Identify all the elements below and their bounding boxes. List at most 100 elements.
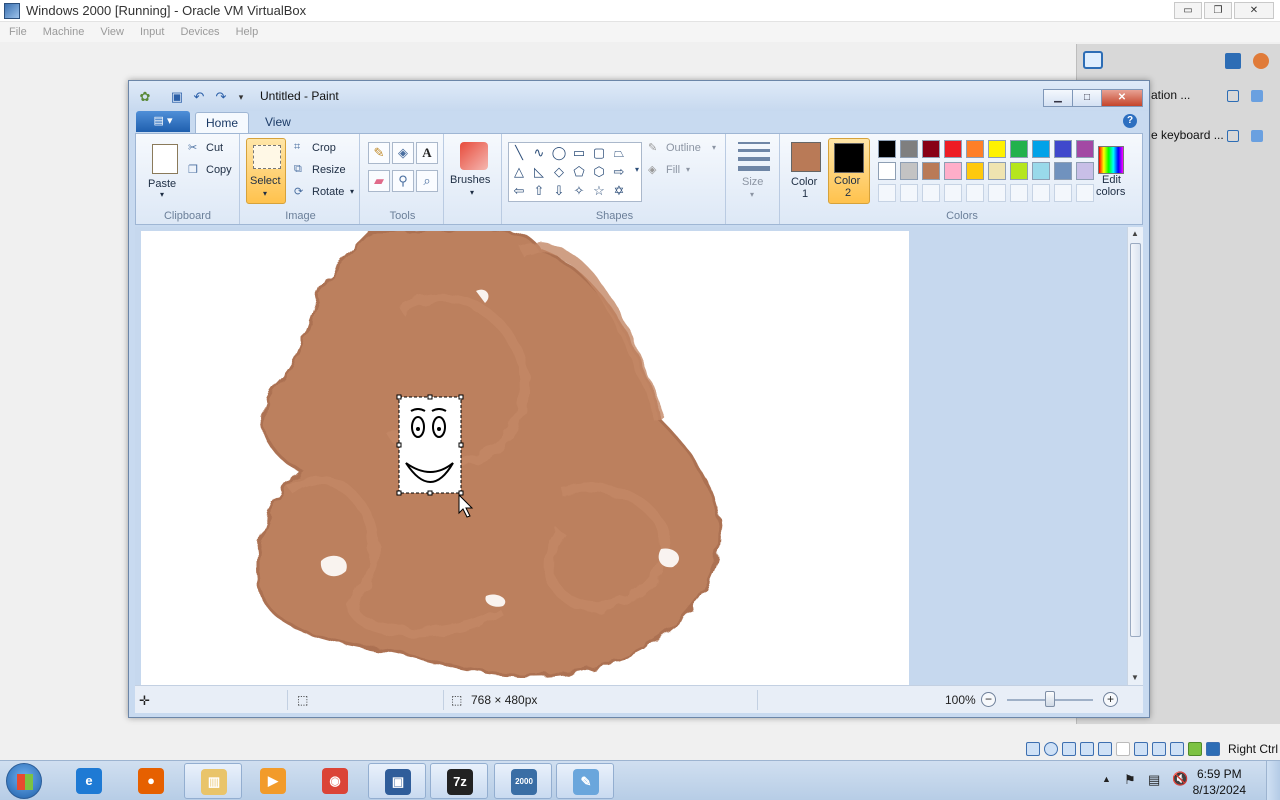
cut-button[interactable]: ✂ Cut (186, 140, 236, 158)
menu-view[interactable]: View (95, 26, 129, 38)
custom-color-slot[interactable] (922, 184, 940, 202)
selection-rectangle[interactable] (398, 396, 462, 494)
network-tray-icon[interactable]: ▤ (1148, 772, 1160, 788)
palette-swatch[interactable] (988, 140, 1006, 158)
sort-icon[interactable] (1225, 53, 1241, 69)
pin-icon[interactable] (1227, 90, 1239, 102)
color-picker-icon[interactable]: ⚲ (392, 170, 414, 192)
custom-color-slot[interactable] (1054, 184, 1072, 202)
brushes-button[interactable]: Brushes ▾ (448, 136, 500, 202)
canvas-area[interactable] (135, 227, 1127, 685)
recording-icon[interactable] (1152, 742, 1166, 756)
menu-help[interactable]: Help (231, 26, 264, 38)
tab-home[interactable]: Home (195, 112, 250, 134)
paint-maximize-button[interactable]: □ (1072, 89, 1102, 107)
line-shape-icon[interactable]: ╲ (511, 146, 527, 160)
eraser-icon[interactable]: ▰ (368, 170, 390, 192)
palette-swatch[interactable] (1054, 162, 1072, 180)
custom-color-slot[interactable] (988, 184, 1006, 202)
rounded-rectangle-shape-icon[interactable]: ▢ (591, 146, 607, 160)
palette-swatch[interactable] (922, 140, 940, 158)
pencil-icon[interactable]: ✎ (368, 142, 390, 164)
curve-shape-icon[interactable]: ∿ (531, 146, 547, 160)
copy-button[interactable]: ❐ Copy (186, 162, 236, 180)
show-desktop-button[interactable] (1266, 761, 1280, 800)
menu-machine[interactable]: Machine (38, 26, 90, 38)
taskbar-firefox[interactable]: ● (122, 763, 180, 799)
down-arrow-shape-icon[interactable]: ⇩ (551, 184, 567, 198)
customize-toolbar-icon[interactable]: ▾ (233, 89, 249, 105)
custom-color-slot[interactable] (900, 184, 918, 202)
tab-view[interactable]: View (255, 112, 301, 134)
crop-button[interactable]: ⌗ Crop (294, 140, 354, 158)
palette-swatch[interactable] (1054, 140, 1072, 158)
zoom-in-button[interactable]: + (1103, 692, 1118, 707)
custom-color-slot[interactable] (944, 184, 962, 202)
palette-swatch[interactable] (878, 140, 896, 158)
oval-shape-icon[interactable]: ◯ (551, 146, 567, 160)
keyboard-capture-icon[interactable] (1206, 742, 1220, 756)
taskbar-media-player[interactable]: ▶ (244, 763, 302, 799)
redo-icon[interactable]: ↷ (213, 89, 229, 105)
restore-button[interactable]: ❐ (1204, 2, 1232, 19)
close-button[interactable]: ✕ (1234, 2, 1274, 19)
taskbar-paint[interactable]: ✎ (556, 763, 614, 799)
custom-color-slot[interactable] (1010, 184, 1028, 202)
custom-color-slot[interactable] (878, 184, 896, 202)
paste-button[interactable]: Paste ▾ (140, 136, 184, 202)
pin-icon[interactable] (1227, 130, 1239, 142)
optical-drive-icon[interactable] (1044, 742, 1058, 756)
paint-app-icon[interactable]: ✿ (137, 89, 153, 105)
hexagon-shape-icon[interactable]: ⬡ (591, 165, 607, 179)
rotate-button[interactable]: ⟳ Rotate ▾ (294, 184, 356, 202)
resize-button[interactable]: ⧉ Resize (294, 162, 354, 180)
menu-file[interactable]: File (4, 26, 32, 38)
palette-swatch[interactable] (900, 162, 918, 180)
paint-close-button[interactable]: ✕ (1101, 89, 1143, 107)
palette-swatch[interactable] (1032, 162, 1050, 180)
taskbar-file-explorer[interactable]: ▥ (184, 763, 242, 799)
display-icon[interactable] (1134, 742, 1148, 756)
four-point-star-shape-icon[interactable]: ✧ (571, 184, 587, 198)
magnifier-icon[interactable]: ⌕ (416, 170, 438, 192)
clock[interactable]: 6:59 PM 8/13/2024 (1193, 766, 1246, 798)
close-icon[interactable] (1251, 130, 1263, 142)
right-arrow-shape-icon[interactable]: ⇨ (611, 165, 627, 179)
right-triangle-shape-icon[interactable]: ◺ (531, 165, 547, 179)
left-arrow-shape-icon[interactable]: ⇦ (511, 184, 527, 198)
custom-color-slot[interactable] (1032, 184, 1050, 202)
start-button[interactable] (6, 763, 42, 799)
pentagon-shape-icon[interactable]: ⬠ (571, 165, 587, 179)
minimize-button[interactable]: ▭ (1174, 2, 1202, 19)
save-icon[interactable]: ▣ (169, 89, 185, 105)
scrollbar-thumb[interactable] (1130, 243, 1141, 637)
cpu-icon[interactable] (1170, 742, 1184, 756)
paint-menu-button[interactable]: ▤ ▾ (136, 111, 190, 132)
drawing-canvas[interactable] (141, 227, 909, 685)
shared-folders-icon[interactable] (1116, 742, 1130, 756)
network-icon[interactable] (1080, 742, 1094, 756)
palette-swatch[interactable] (988, 162, 1006, 180)
fill-button[interactable]: ◈ Fill ▾ (648, 162, 722, 180)
notification-bubble-icon[interactable] (1083, 51, 1103, 69)
close-icon[interactable] (1251, 90, 1263, 102)
taskbar-windows-2000[interactable]: 2000 (494, 763, 552, 799)
palette-swatch[interactable] (966, 162, 984, 180)
zoom-slider-thumb[interactable] (1045, 691, 1055, 707)
audio-icon[interactable] (1062, 742, 1076, 756)
menu-input[interactable]: Input (135, 26, 169, 38)
hard-disk-icon[interactable] (1026, 742, 1040, 756)
taskbar-virtualbox[interactable]: ▣ (368, 763, 426, 799)
dismiss-all-icon[interactable] (1253, 53, 1269, 69)
taskbar-chrome[interactable]: ◉ (306, 763, 364, 799)
diamond-shape-icon[interactable]: ◇ (551, 165, 567, 179)
volume-muted-icon[interactable]: 🔇 (1172, 771, 1188, 787)
palette-swatch[interactable] (1032, 140, 1050, 158)
palette-swatch[interactable] (966, 140, 984, 158)
paint-minimize-button[interactable]: ▁ (1043, 89, 1073, 107)
menu-devices[interactable]: Devices (175, 26, 224, 38)
undo-icon[interactable]: ↶ (191, 89, 207, 105)
shapes-gallery[interactable]: ╲ ∿ ◯ ▭ ▢ ⏢ △ ◺ ◇ ⬠ ⬡ ⇨ ⇦ ⇧ ⇩ ✧ ☆ ✡ ▾ (508, 142, 642, 202)
taskbar-internet-explorer[interactable]: e (60, 763, 118, 799)
show-hidden-icons-icon[interactable]: ▲ (1102, 774, 1111, 784)
